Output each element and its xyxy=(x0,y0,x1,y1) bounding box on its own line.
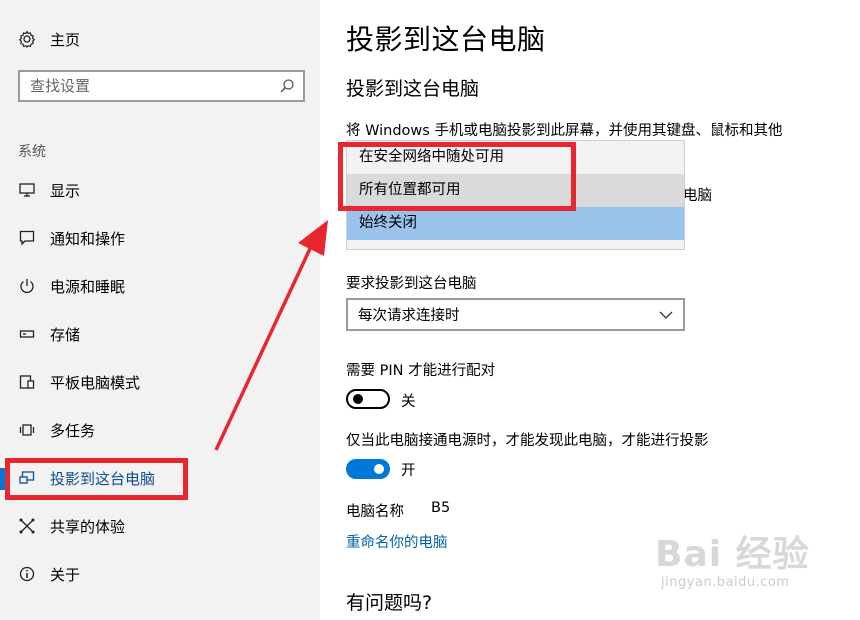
baidu-logo: Bai 经验 xyxy=(655,534,810,575)
baidu-watermark: Bai 经验 jingyan.baidu.com xyxy=(655,525,855,605)
watermark-url: jingyan.baidu.com xyxy=(661,575,790,590)
